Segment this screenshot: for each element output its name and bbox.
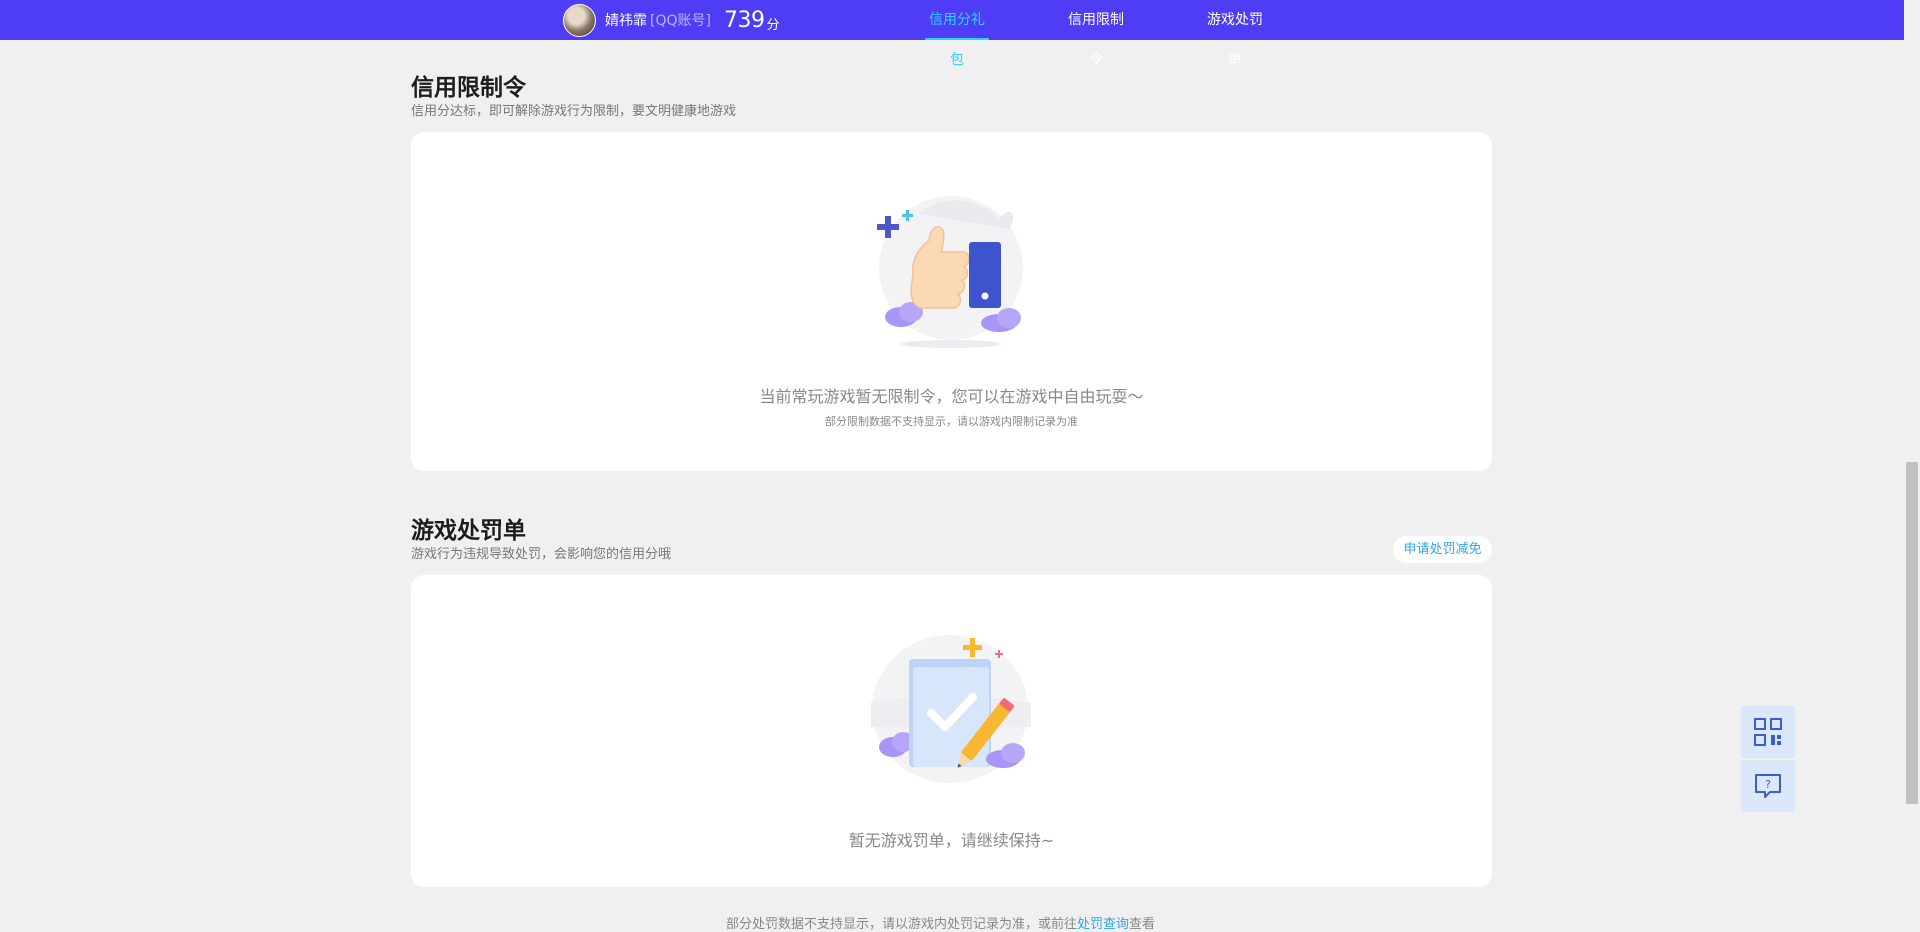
scrollbar-thumb[interactable] xyxy=(1906,462,1918,804)
username: 婧祎霏 xyxy=(605,13,647,29)
restriction-title: 信用限制令 xyxy=(411,75,526,101)
footer-note-prefix: 部分处罚数据不支持显示，请以游戏内处罚记录为准，或前往 xyxy=(726,917,1078,932)
restriction-card: 当前常玩游戏暂无限制令，您可以在游戏中自由玩耍～ 部分限制数据不支持显示，请以游… xyxy=(411,132,1492,471)
penalty-card: 暂无游戏罚单，请继续保持~ xyxy=(411,575,1492,887)
tab-credit-gift[interactable]: 信用分礼包 xyxy=(925,0,989,68)
penalty-footer-note: 部分处罚数据不支持显示，请以游戏内处罚记录为准，或前往处罚查询查看 xyxy=(726,913,1155,932)
user-info: 婧祎霏 [QQ账号] 739 分 xyxy=(563,3,779,37)
footer-note-suffix: 查看 xyxy=(1129,917,1156,932)
qrcode-button[interactable] xyxy=(1741,706,1795,758)
qrcode-icon xyxy=(1754,718,1782,746)
penalty-query-link[interactable]: 处罚查询 xyxy=(1077,917,1129,932)
tab-credit-restriction[interactable]: 信用限制令 xyxy=(1063,0,1129,68)
restriction-subtitle: 信用分达标，即可解除游戏行为限制，要文明健康地游戏 xyxy=(411,104,737,119)
thumbs-up-illustration xyxy=(877,196,1023,348)
credit-score-unit: 分 xyxy=(766,17,780,33)
penalty-title: 游戏处罚单 xyxy=(411,518,526,544)
penalty-subtitle: 游戏行为违规导致处罚，会影响您的信用分哦 xyxy=(411,547,672,562)
svg-text:?: ? xyxy=(1765,778,1771,791)
account-type: [QQ账号] xyxy=(650,13,711,29)
help-feedback-button[interactable]: ? xyxy=(1741,760,1795,812)
restriction-empty-message: 当前常玩游戏暂无限制令，您可以在游戏中自由玩耍～ xyxy=(759,387,1144,406)
clipboard-illustration xyxy=(871,635,1031,783)
tab-game-penalty[interactable]: 游戏处罚单 xyxy=(1202,0,1268,68)
restriction-empty-note: 部分限制数据不支持显示，请以游戏内限制记录为准 xyxy=(825,415,1078,428)
apply-penalty-reduction-button[interactable]: 申请处罚减免 xyxy=(1393,536,1492,563)
avatar[interactable] xyxy=(563,3,596,37)
penalty-empty-message: 暂无游戏罚单，请继续保持~ xyxy=(848,831,1055,850)
help-chat-icon: ? xyxy=(1755,774,1781,798)
top-nav-bar: 婧祎霏 [QQ账号] 739 分 信用分礼包 信用限制令 游戏处罚单 xyxy=(0,0,1904,68)
credit-score: 739 xyxy=(723,7,765,33)
